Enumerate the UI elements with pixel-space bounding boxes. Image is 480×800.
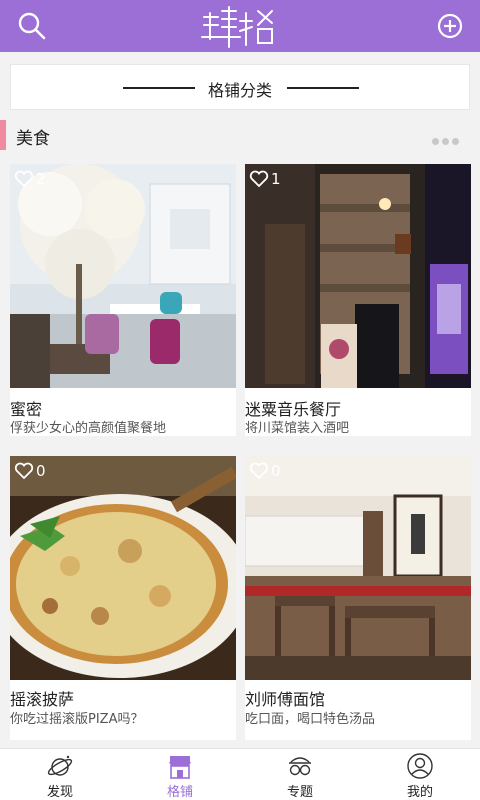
like-count: 1 (271, 169, 281, 188)
ellipsis-icon (442, 138, 449, 145)
category-label: 美食 (16, 129, 50, 149)
plus-circle-icon (437, 13, 463, 39)
tab-shops[interactable]: 格铺 (120, 749, 240, 800)
section-header: 格铺分类 (10, 64, 470, 110)
add-button[interactable] (432, 8, 468, 44)
shop-card[interactable]: 1 迷粟音乐餐厅 将川菜馆装入酒吧 (245, 164, 471, 436)
shop-name: 刘师傅面馆 (245, 690, 326, 709)
like-count: 2 (36, 169, 46, 188)
tab-profile[interactable]: 我的 (360, 749, 480, 800)
tab-label: 专题 (286, 785, 313, 800)
heart-icon (14, 170, 34, 187)
shop-card[interactable]: 0 摇滚披萨 你吃过摇滚版PIZA吗？ (10, 456, 236, 740)
tab-label: 我的 (406, 785, 433, 800)
like-count: 0 (36, 461, 46, 480)
shop-desc: 俘获少女心的高颜值聚餐地 (10, 421, 167, 436)
shop-name: 摇滚披萨 (10, 690, 75, 709)
shop-icon (169, 756, 191, 779)
shop-photo (245, 164, 471, 388)
more-button[interactable] (432, 130, 464, 145)
logo-mark (201, 6, 273, 48)
top-bar: 肆格 (0, 0, 480, 52)
like-count: 0 (271, 461, 281, 480)
heart-icon (249, 170, 269, 187)
like-counter[interactable]: 1 (249, 168, 281, 190)
shop-photo (10, 456, 236, 680)
heart-icon (14, 462, 34, 479)
like-counter[interactable]: 0 (14, 460, 46, 482)
shop-desc: 吃口面，喝口特色汤品 (245, 712, 376, 727)
tab-topics[interactable]: 专题 (240, 749, 360, 800)
shop-desc: 将川菜馆装入酒吧 (245, 421, 350, 436)
heart-icon (249, 462, 269, 479)
ellipsis-icon (432, 138, 439, 145)
like-counter[interactable]: 2 (14, 168, 46, 190)
glasses-icon (289, 757, 311, 776)
category-accent (0, 120, 6, 150)
search-button[interactable] (14, 8, 50, 44)
search-icon (18, 12, 46, 40)
category-header: 美食 (0, 118, 480, 152)
section-title: 格铺分类 (207, 81, 272, 100)
tab-label: 发现 (46, 785, 73, 800)
tab-discover[interactable]: 发现 (0, 749, 120, 800)
ellipsis-icon (452, 138, 459, 145)
shop-desc: 你吃过摇滚版PIZA吗？ (10, 712, 144, 727)
user-icon (407, 753, 433, 779)
shop-card[interactable]: 0 刘师傅面馆 吃口面，喝口特色汤品 (245, 456, 471, 740)
app-logo: 肆格 (200, 5, 280, 49)
bottom-tab-bar: 发现 格铺 专题 我的 (0, 748, 480, 800)
shop-photo (245, 456, 471, 680)
like-counter[interactable]: 0 (249, 460, 281, 482)
shop-photo (10, 164, 236, 388)
divider-right (287, 87, 359, 89)
shop-card[interactable]: 2 蜜密 俘获少女心的高颜值聚餐地 (10, 164, 236, 436)
planet-icon (47, 755, 73, 776)
tab-label: 格铺 (166, 785, 193, 800)
